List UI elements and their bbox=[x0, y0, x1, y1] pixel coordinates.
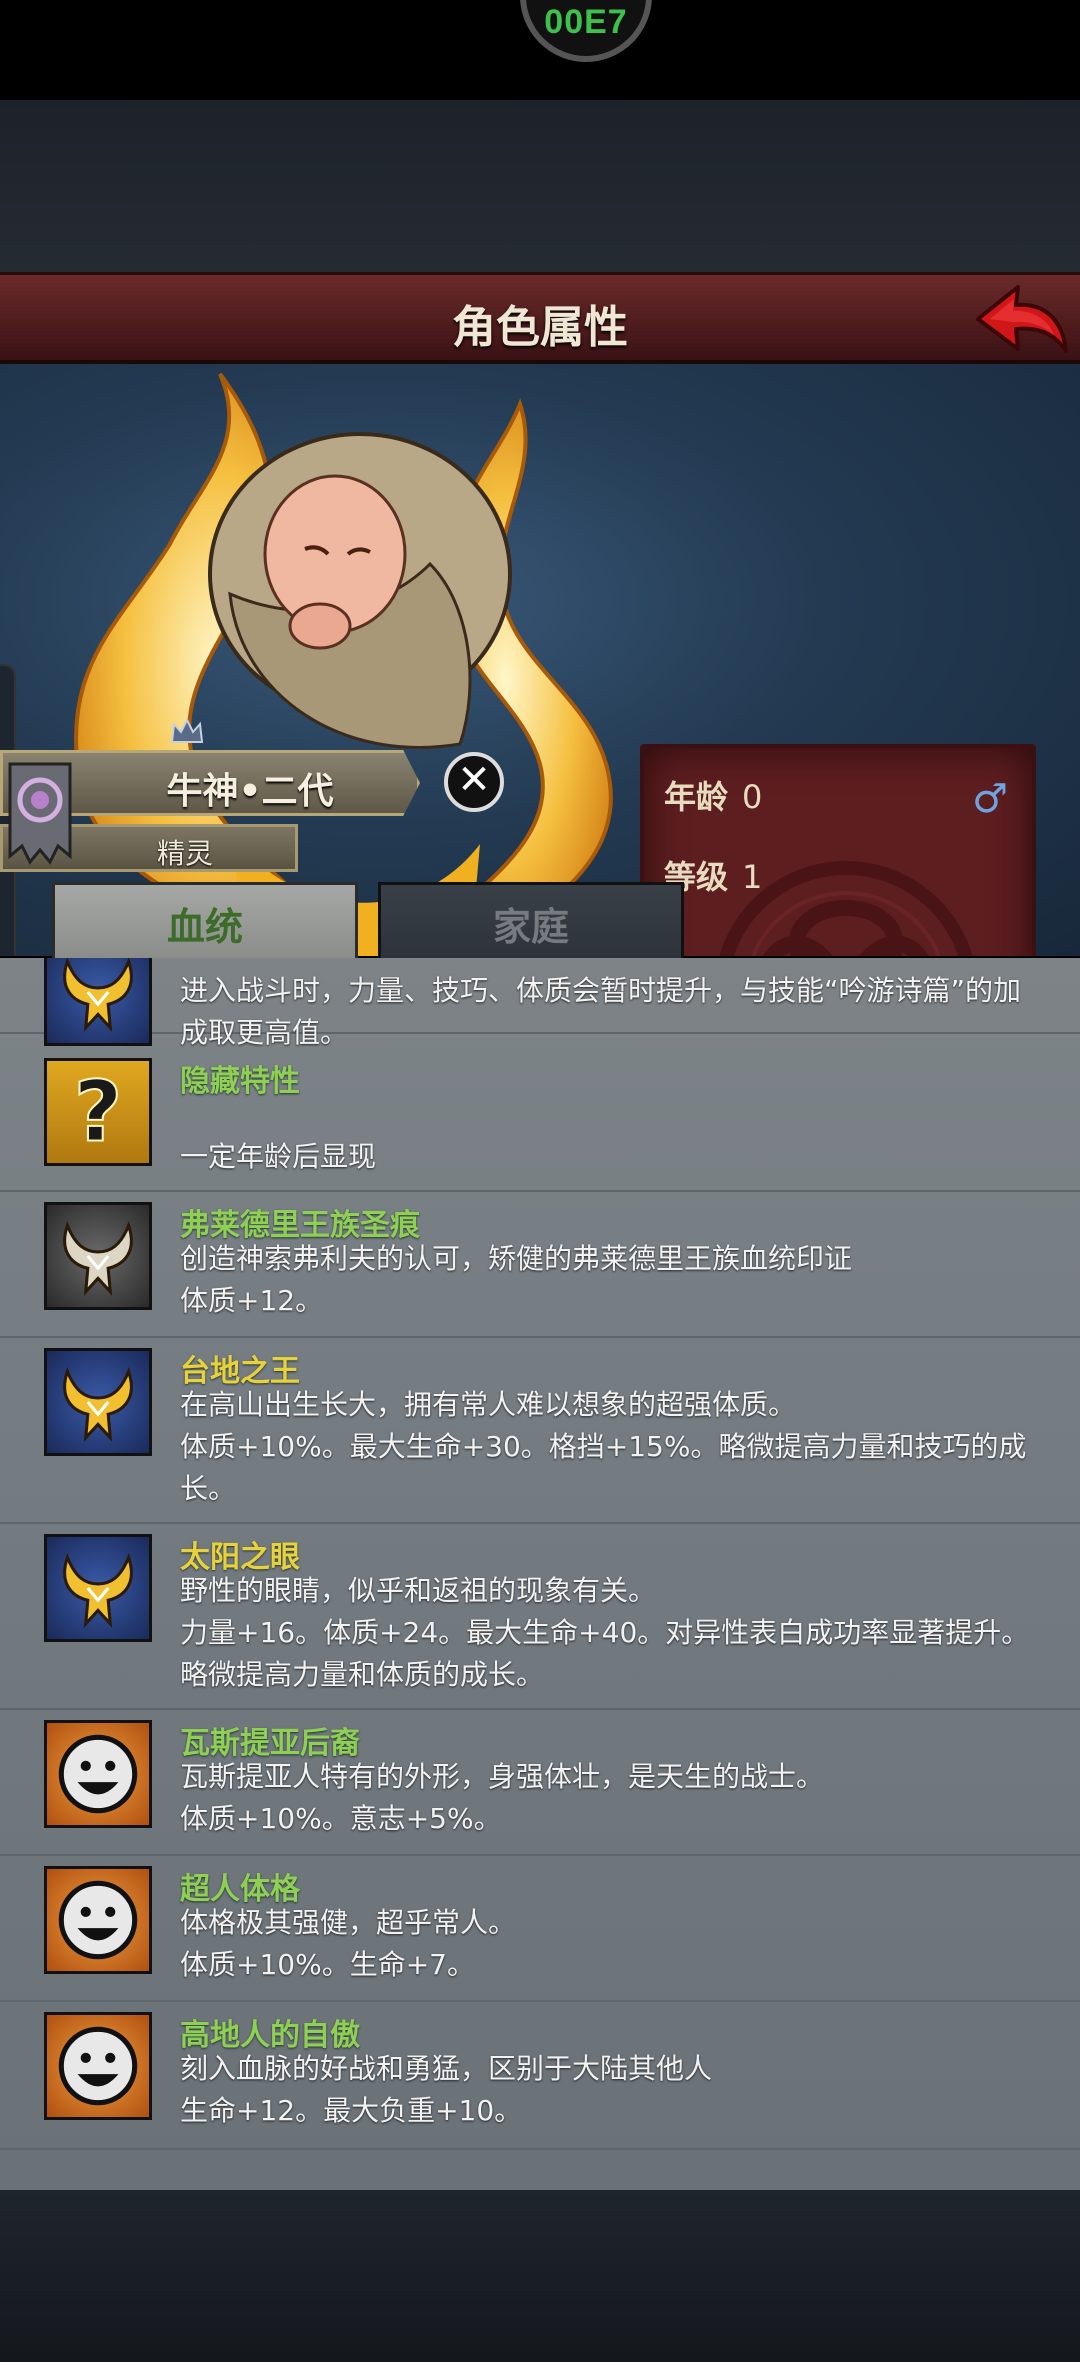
trait-list[interactable]: 进入战斗时，力量、技巧、体质会暂时提升，与技能“吟游诗篇”的加成取更高值。? 隐藏… bbox=[0, 958, 1080, 2190]
trait-description-line: 创造神索弗利夫的认可，矫健的弗莱德里王族血统印证 bbox=[180, 1242, 853, 1275]
trait-row[interactable]: 高地人的自傲 刻入血脉的好战和勇猛，区别于大陆其他人 生命+12。最大负重+10。 bbox=[0, 2002, 1080, 2150]
tab-bar: 血统 家庭 bbox=[0, 874, 1080, 966]
trait-description-line: 体质+10%。意志+5%。 bbox=[180, 1802, 502, 1835]
page-title: 角色属性 bbox=[452, 302, 628, 353]
trait-description-line bbox=[180, 1094, 1040, 1136]
crown-icon bbox=[170, 717, 204, 743]
trait-description: 野性的眼睛，似乎和返祖的现象有关。力量+16。体质+24。最大生命+40。对异性… bbox=[180, 1570, 1040, 1696]
trait-row[interactable]: ? 隐藏特性 一定年龄后显现 bbox=[0, 1048, 1080, 1192]
trait-description-line: 体质+12。 bbox=[180, 1284, 324, 1317]
trait-description-line: 力量+16。体质+24。最大生命+40。对异性表白成功率显著提升。略微提高力量和… bbox=[180, 1616, 1030, 1691]
trait-description-line: 刻入血脉的好战和勇猛，区别于大陆其他人 bbox=[180, 2052, 713, 2085]
trait-description: 进入战斗时，力量、技巧、体质会暂时提升，与技能“吟游诗篇”的加成取更高值。 bbox=[180, 970, 1040, 1054]
trait-description-line: 生命+12。最大负重+10。 bbox=[180, 2094, 523, 2127]
golden-horns-icon bbox=[44, 958, 152, 1046]
question-mark-icon: ? bbox=[44, 1058, 152, 1166]
tab-family[interactable]: 家庭 bbox=[378, 882, 684, 966]
golden-horns-icon bbox=[44, 1534, 152, 1642]
smiley-face-icon bbox=[44, 1866, 152, 1974]
trait-description: 创造神索弗利夫的认可，矫健的弗莱德里王族血统印证 体质+12。 bbox=[180, 1238, 1040, 1322]
trait-description: 体格极其强健，超乎常人。 体质+10%。生命+7。 bbox=[180, 1902, 1040, 1986]
trait-description-line: 瓦斯提亚人特有的外形，身强体壮，是天生的战士。 bbox=[180, 1760, 825, 1793]
clan-crest-icon bbox=[8, 762, 72, 865]
svg-text:?: ? bbox=[74, 1063, 123, 1161]
character-race: 精灵 bbox=[156, 837, 213, 870]
male-icon: ♂ bbox=[972, 776, 1008, 822]
smiley-face-icon bbox=[44, 1720, 152, 1828]
age-label: 年龄 bbox=[664, 778, 729, 816]
trait-description-line: 在高山出生长大，拥有常人难以想象的超强体质。 bbox=[180, 1388, 797, 1421]
trait-row[interactable]: 超人体格 体格极其强健，超乎常人。 体质+10%。生命+7。 bbox=[0, 1856, 1080, 2002]
trait-description: 刻入血脉的好战和勇猛，区别于大陆其他人 生命+12。最大负重+10。 bbox=[180, 2048, 1040, 2132]
logo-text: 00E7 bbox=[544, 3, 628, 41]
trait-description: 在高山出生长大，拥有常人难以想象的超强体质。体质+10%。最大生命+30。格挡+… bbox=[180, 1384, 1040, 1510]
silver-horns-icon bbox=[44, 1202, 152, 1310]
bottom-backdrop bbox=[0, 2190, 1080, 2362]
trait-description-line: 野性的眼睛，似乎和返祖的现象有关。 bbox=[180, 1574, 657, 1607]
trait-description-line: 一定年龄后显现 bbox=[180, 1140, 377, 1173]
back-arrow-icon[interactable] bbox=[970, 279, 1070, 363]
smiley-face-icon bbox=[44, 2012, 152, 2120]
trait-description: 一定年龄后显现 bbox=[180, 1094, 1040, 1178]
age-value: 0 bbox=[742, 778, 763, 816]
golden-horns-icon bbox=[44, 1348, 152, 1456]
trait-description-line: 体质+10%。生命+7。 bbox=[180, 1948, 475, 1981]
tab-bloodline[interactable]: 血统 bbox=[52, 882, 358, 966]
trait-row[interactable]: 进入战斗时，力量、技巧、体质会暂时提升，与技能“吟游诗篇”的加成取更高值。 bbox=[0, 958, 1080, 1049]
age-row: 年龄 0 bbox=[664, 772, 762, 818]
trait-row[interactable]: 瓦斯提亚后裔 瓦斯提亚人特有的外形，身强体壮，是天生的战士。 体质+10%。意志+5… bbox=[0, 1710, 1080, 1856]
status-bar: 00E7 bbox=[0, 0, 1080, 100]
trait-description-line: 体格极其强健，超乎常人。 bbox=[180, 1906, 517, 1939]
trait-row[interactable]: 弗莱德里王族圣痕 创造神索弗利夫的认可，矫健的弗莱德里王族血统印证 体质+12。 bbox=[0, 1192, 1080, 1338]
top-logo: 00E7 bbox=[520, 0, 652, 62]
trait-description: 瓦斯提亚人特有的外形，身强体壮，是天生的战士。 体质+10%。意志+5%。 bbox=[180, 1756, 1040, 1840]
trait-description-line: 进入战斗时，力量、技巧、体质会暂时提升，与技能“吟游诗篇”的加成取更高值。 bbox=[180, 974, 1022, 1049]
trait-row[interactable]: 台地之王 在高山出生长大，拥有常人难以想象的超强体质。 体质+10%。最大生命+30… bbox=[0, 1338, 1080, 1524]
trait-row[interactable]: 太阳之眼 野性的眼睛，似乎和返祖的现象有关。 力量+16。体质+24。最大生命+40… bbox=[0, 1524, 1080, 1710]
header-bar: 角色属性 bbox=[0, 272, 1080, 364]
character-name: 牛神•二代 bbox=[166, 771, 334, 812]
close-icon[interactable]: ✕ bbox=[444, 752, 504, 812]
top-backdrop bbox=[0, 100, 1080, 275]
trait-description-line: 体质+10%。最大生命+30。格挡+15%。略微提高力量和技巧的成长。 bbox=[180, 1430, 1027, 1505]
